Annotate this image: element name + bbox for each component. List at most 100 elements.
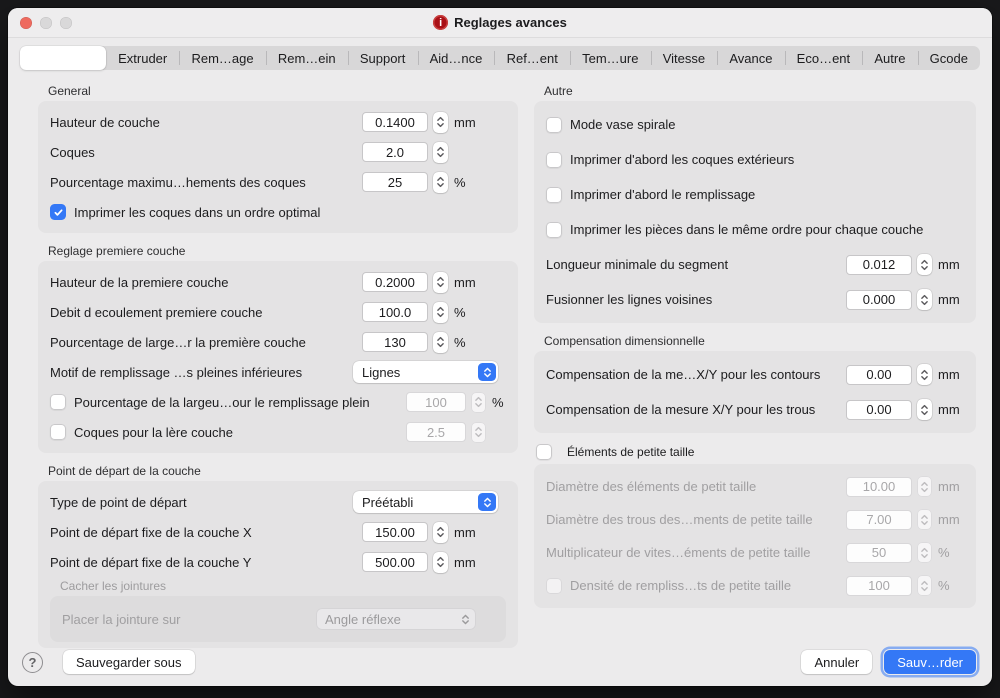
stepper-control[interactable] bbox=[433, 112, 448, 133]
checkbox-label: Mode vase spirale bbox=[570, 117, 676, 132]
compensation-holes-input[interactable] bbox=[846, 400, 912, 420]
bottom-pattern-dropdown[interactable]: Lignes bbox=[353, 361, 498, 383]
layer-height-input[interactable] bbox=[362, 112, 428, 132]
max-overlap-input[interactable] bbox=[362, 172, 428, 192]
checkbox-row-spiral-vase: Mode vase spirale bbox=[546, 107, 964, 142]
setting-label: Point de départ fixe de la couche X bbox=[50, 525, 252, 540]
same-order-checkbox[interactable] bbox=[546, 222, 562, 238]
tab-rem-age[interactable]: Rem…age bbox=[179, 46, 265, 70]
first-layer-height-input[interactable] bbox=[362, 272, 428, 292]
tab-vitesse[interactable]: Vitesse bbox=[651, 46, 718, 70]
stepper-control[interactable] bbox=[433, 552, 448, 573]
stepper-control[interactable] bbox=[433, 142, 448, 163]
stepper-control[interactable] bbox=[433, 172, 448, 193]
zoom-window-button[interactable] bbox=[60, 17, 72, 29]
tab-support[interactable]: Support bbox=[348, 46, 418, 70]
close-window-button[interactable] bbox=[20, 17, 32, 29]
setting-row-first-layer-width: Pourcentage de large…r la première couch… bbox=[50, 327, 506, 357]
tab-ref-ent[interactable]: Ref…ent bbox=[494, 46, 570, 70]
infill-first-checkbox[interactable] bbox=[546, 187, 562, 203]
setting-label: Pourcentage de large…r la première couch… bbox=[50, 335, 306, 350]
stepper-control[interactable] bbox=[917, 289, 932, 310]
unit-label: mm bbox=[938, 367, 964, 382]
tab-gcode[interactable]: Gcode bbox=[918, 46, 981, 70]
tab-selected-blank[interactable] bbox=[20, 46, 106, 70]
stepper-control bbox=[917, 476, 932, 497]
setting-row-merge-lines: Fusionner les lignes voisines mm bbox=[546, 282, 964, 317]
optimal-order-checkbox[interactable] bbox=[50, 204, 66, 220]
stepper-control[interactable] bbox=[433, 272, 448, 293]
small-features-checkbox[interactable] bbox=[536, 444, 552, 460]
setting-label: Diamètre des trous des…ments de petite t… bbox=[546, 512, 813, 527]
section-other: Autre Mode vase spirale Imprimer d'abord… bbox=[534, 84, 976, 323]
setting-label: Multiplicateur de vites…éments de petite… bbox=[546, 545, 810, 560]
save-as-button[interactable]: Sauvegarder sous bbox=[63, 650, 195, 674]
checkbox-label: Imprimer d'abord le remplissage bbox=[570, 187, 755, 202]
outer-shells-first-checkbox[interactable] bbox=[546, 152, 562, 168]
tab-avance[interactable]: Avance bbox=[717, 46, 784, 70]
section-title: General bbox=[48, 84, 518, 98]
tab-autre[interactable]: Autre bbox=[862, 46, 917, 70]
setting-row-small-feature-diameter: Diamètre des éléments de petit taille mm bbox=[546, 470, 964, 503]
section-first-layer: Reglage premiere couche Hauteur de la pr… bbox=[38, 244, 518, 453]
stepper-control[interactable] bbox=[433, 332, 448, 353]
first-layer-shells-input bbox=[406, 422, 466, 442]
unit-label: % bbox=[454, 175, 506, 190]
start-y-input[interactable] bbox=[362, 552, 428, 572]
help-icon[interactable]: ? bbox=[22, 652, 43, 673]
checkbox-label: Imprimer d'abord les coques extérieurs bbox=[570, 152, 794, 167]
start-point-type-dropdown[interactable]: Préétabli bbox=[353, 491, 498, 513]
setting-label: Longueur minimale du segment bbox=[546, 257, 728, 272]
cancel-button[interactable]: Annuler bbox=[801, 650, 872, 674]
stepper-control[interactable] bbox=[917, 254, 932, 275]
app-info-icon: i bbox=[433, 15, 448, 30]
stepper-control[interactable] bbox=[917, 364, 932, 385]
unit-label: % bbox=[454, 335, 506, 350]
setting-label: Compensation de la mesure X/Y pour les t… bbox=[546, 402, 815, 417]
setting-label: Type de point de départ bbox=[50, 495, 187, 510]
tab-rem-ein[interactable]: Rem…ein bbox=[266, 46, 348, 70]
section-compensation: Compensation dimensionnelle Compensation… bbox=[534, 334, 976, 433]
unit-label: mm bbox=[454, 525, 506, 540]
window-title: Reglages avances bbox=[454, 15, 567, 30]
tab-aid-nce[interactable]: Aid…nce bbox=[418, 46, 495, 70]
setting-row-seam-placement: Placer la jointure sur Angle réflexe bbox=[62, 604, 494, 634]
save-button[interactable]: Sauv…rder bbox=[884, 650, 976, 674]
tab-extruder[interactable]: Extruder bbox=[106, 46, 179, 70]
section-title: Compensation dimensionnelle bbox=[544, 334, 976, 348]
stepper-control[interactable] bbox=[917, 399, 932, 420]
solid-fill-width-checkbox[interactable] bbox=[50, 394, 66, 410]
setting-label: Point de départ fixe de la couche Y bbox=[50, 555, 251, 570]
tab-eco-ent[interactable]: Eco…ent bbox=[785, 46, 863, 70]
first-layer-width-input[interactable] bbox=[362, 332, 428, 352]
tab-tem-ure[interactable]: Tem…ure bbox=[570, 46, 651, 70]
dropdown-value: Lignes bbox=[362, 365, 400, 380]
min-segment-input[interactable] bbox=[846, 255, 912, 275]
section-title: Autre bbox=[544, 84, 976, 98]
checkbox-label: Imprimer les pièces dans le même ordre p… bbox=[570, 222, 923, 237]
compensation-contours-input[interactable] bbox=[846, 365, 912, 385]
stepper-control bbox=[917, 542, 932, 563]
setting-row-max-overlap: Pourcentage maximu…hements des coques % bbox=[50, 167, 506, 197]
small-feature-speed-input bbox=[846, 543, 912, 563]
merge-lines-input[interactable] bbox=[846, 290, 912, 310]
spiral-vase-checkbox[interactable] bbox=[546, 117, 562, 133]
stepper-control[interactable] bbox=[433, 302, 448, 323]
shells-input[interactable] bbox=[362, 142, 428, 162]
checkbox-label: Coques pour la lère couche bbox=[74, 425, 233, 440]
first-layer-shells-checkbox[interactable] bbox=[50, 424, 66, 440]
checkbox-label: Imprimer les coques dans un ordre optima… bbox=[74, 205, 320, 220]
unit-label: mm bbox=[454, 555, 506, 570]
checkbox-row-infill-first: Imprimer d'abord le remplissage bbox=[546, 177, 964, 212]
setting-label: Hauteur de couche bbox=[50, 115, 160, 130]
advanced-settings-dialog: i Reglages avances Extruder Rem…age Rem…… bbox=[8, 8, 992, 686]
popup-chevrons-icon bbox=[478, 363, 496, 381]
seam-placement-dropdown: Angle réflexe bbox=[316, 608, 476, 630]
stepper-control[interactable] bbox=[433, 522, 448, 543]
seam-group-box: Placer la jointure sur Angle réflexe bbox=[50, 596, 506, 642]
setting-label: Hauteur de la premiere couche bbox=[50, 275, 229, 290]
minimize-window-button[interactable] bbox=[40, 17, 52, 29]
section-title: Reglage premiere couche bbox=[48, 244, 518, 258]
first-layer-flow-input[interactable] bbox=[362, 302, 428, 322]
start-x-input[interactable] bbox=[362, 522, 428, 542]
